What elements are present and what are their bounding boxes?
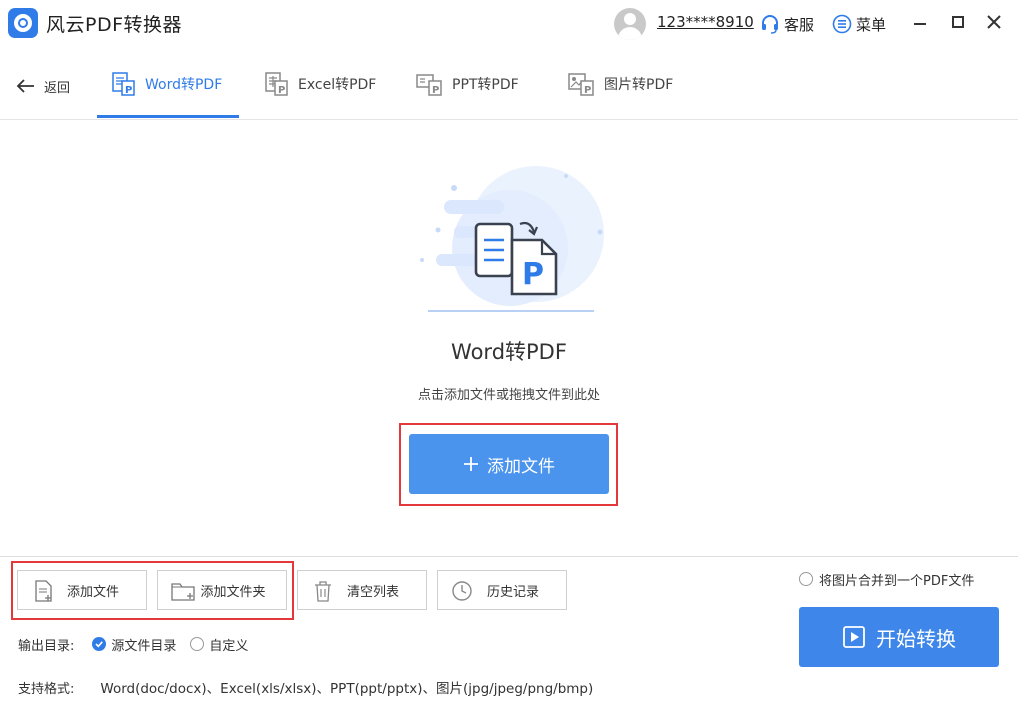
formats-label: 支持格式: [18,681,75,697]
menu-button[interactable]: 菜单 [832,12,886,36]
minimize-icon[interactable] [910,12,930,32]
back-label: 返回 [44,80,71,96]
dropzone-hint: 点击添加文件或拖拽文件到此处 [417,388,600,403]
output-source-option[interactable]: 源文件目录 [92,635,176,654]
close-icon[interactable] [984,12,1004,32]
play-icon [843,626,865,648]
excel-doc-icon: P [265,72,288,96]
active-tab-indicator [97,115,239,118]
app-title: 风云PDF转换器 [46,14,183,36]
plus-icon [464,457,478,471]
start-convert-label: 开始转换 [876,626,956,651]
supported-formats-row: 支持格式: Word(doc/docx)、Excel(xls/xlsx)、PPT… [18,678,594,697]
menu-label: 菜单 [856,15,887,34]
ppt-doc-icon: P [416,74,442,96]
image-doc-icon: P [568,73,594,96]
add-folder-label: 添加文件夹 [200,584,266,600]
svg-text:P: P [522,257,544,292]
output-dir-label: 输出目录: [18,638,75,654]
clear-list-label: 清空列表 [346,584,399,600]
add-folder-button[interactable]: 添加文件夹 [157,570,287,610]
tab-word-label: Word转PDF [145,77,223,93]
maximize-icon[interactable] [948,12,968,32]
conversion-tab-bar: 返回 P Word转PDF P Excel转PDF P PPT转PDF P 图片… [0,48,1018,120]
tab-ppt-label: PPT转PDF [452,77,519,93]
arrow-left-icon [16,79,34,93]
app-logo-icon [8,8,38,38]
check-circle-icon[interactable] [92,637,107,651]
output-custom-label: 自定义 [209,638,249,654]
customer-service-button[interactable]: 客服 [760,12,814,36]
username-link[interactable]: 123****8910 [657,13,754,31]
output-custom-option[interactable]: 自定义 [190,635,248,654]
clear-list-button[interactable]: 清空列表 [297,570,427,610]
history-label: 历史记录 [486,584,539,600]
svg-text:P: P [432,85,439,96]
add-file-button[interactable]: 添加文件 [17,570,147,610]
output-source-label: 源文件目录 [111,638,177,654]
output-custom-radio[interactable] [190,637,205,651]
dropzone-title: Word转PDF [451,340,567,364]
history-button[interactable]: 历史记录 [437,570,567,610]
tab-word-to-pdf[interactable]: P Word转PDF [111,48,222,120]
word-to-pdf-illustration-icon: P [420,166,604,312]
menu-list-icon [832,14,852,34]
merge-images-radio[interactable] [799,572,813,586]
svg-text:P: P [278,85,285,96]
formats-value: Word(doc/docx)、Excel(xls/xlsx)、PPT(ppt/p… [100,681,594,697]
add-file-main-button[interactable]: 添加文件 [409,434,609,494]
title-bar: 风云PDF转换器 123****8910 客服 菜单 [0,0,1018,48]
merge-images-label: 将图片合并到一个PDF文件 [819,573,975,589]
tab-image-to-pdf[interactable]: P 图片转PDF [568,48,673,120]
merge-images-option[interactable]: 将图片合并到一个PDF文件 [799,570,975,589]
tab-ppt-to-pdf[interactable]: P PPT转PDF [416,48,519,120]
tab-image-label: 图片转PDF [604,77,674,93]
word-doc-icon: P [112,72,135,96]
start-convert-button[interactable]: 开始转换 [799,607,999,667]
headset-icon [762,15,778,34]
svg-text:P: P [125,85,132,96]
output-directory-row: 输出目录: 源文件目录 自定义 [18,635,248,654]
add-file-main-label: 添加文件 [487,456,555,477]
user-avatar[interactable] [614,8,646,40]
back-button[interactable]: 返回 [16,74,70,98]
tab-excel-label: Excel转PDF [298,77,377,93]
add-file-label: 添加文件 [66,584,119,600]
bottom-divider [0,556,1018,557]
customer-service-label: 客服 [784,15,815,34]
svg-text:P: P [584,85,591,96]
tab-excel-to-pdf[interactable]: P Excel转PDF [264,48,376,120]
